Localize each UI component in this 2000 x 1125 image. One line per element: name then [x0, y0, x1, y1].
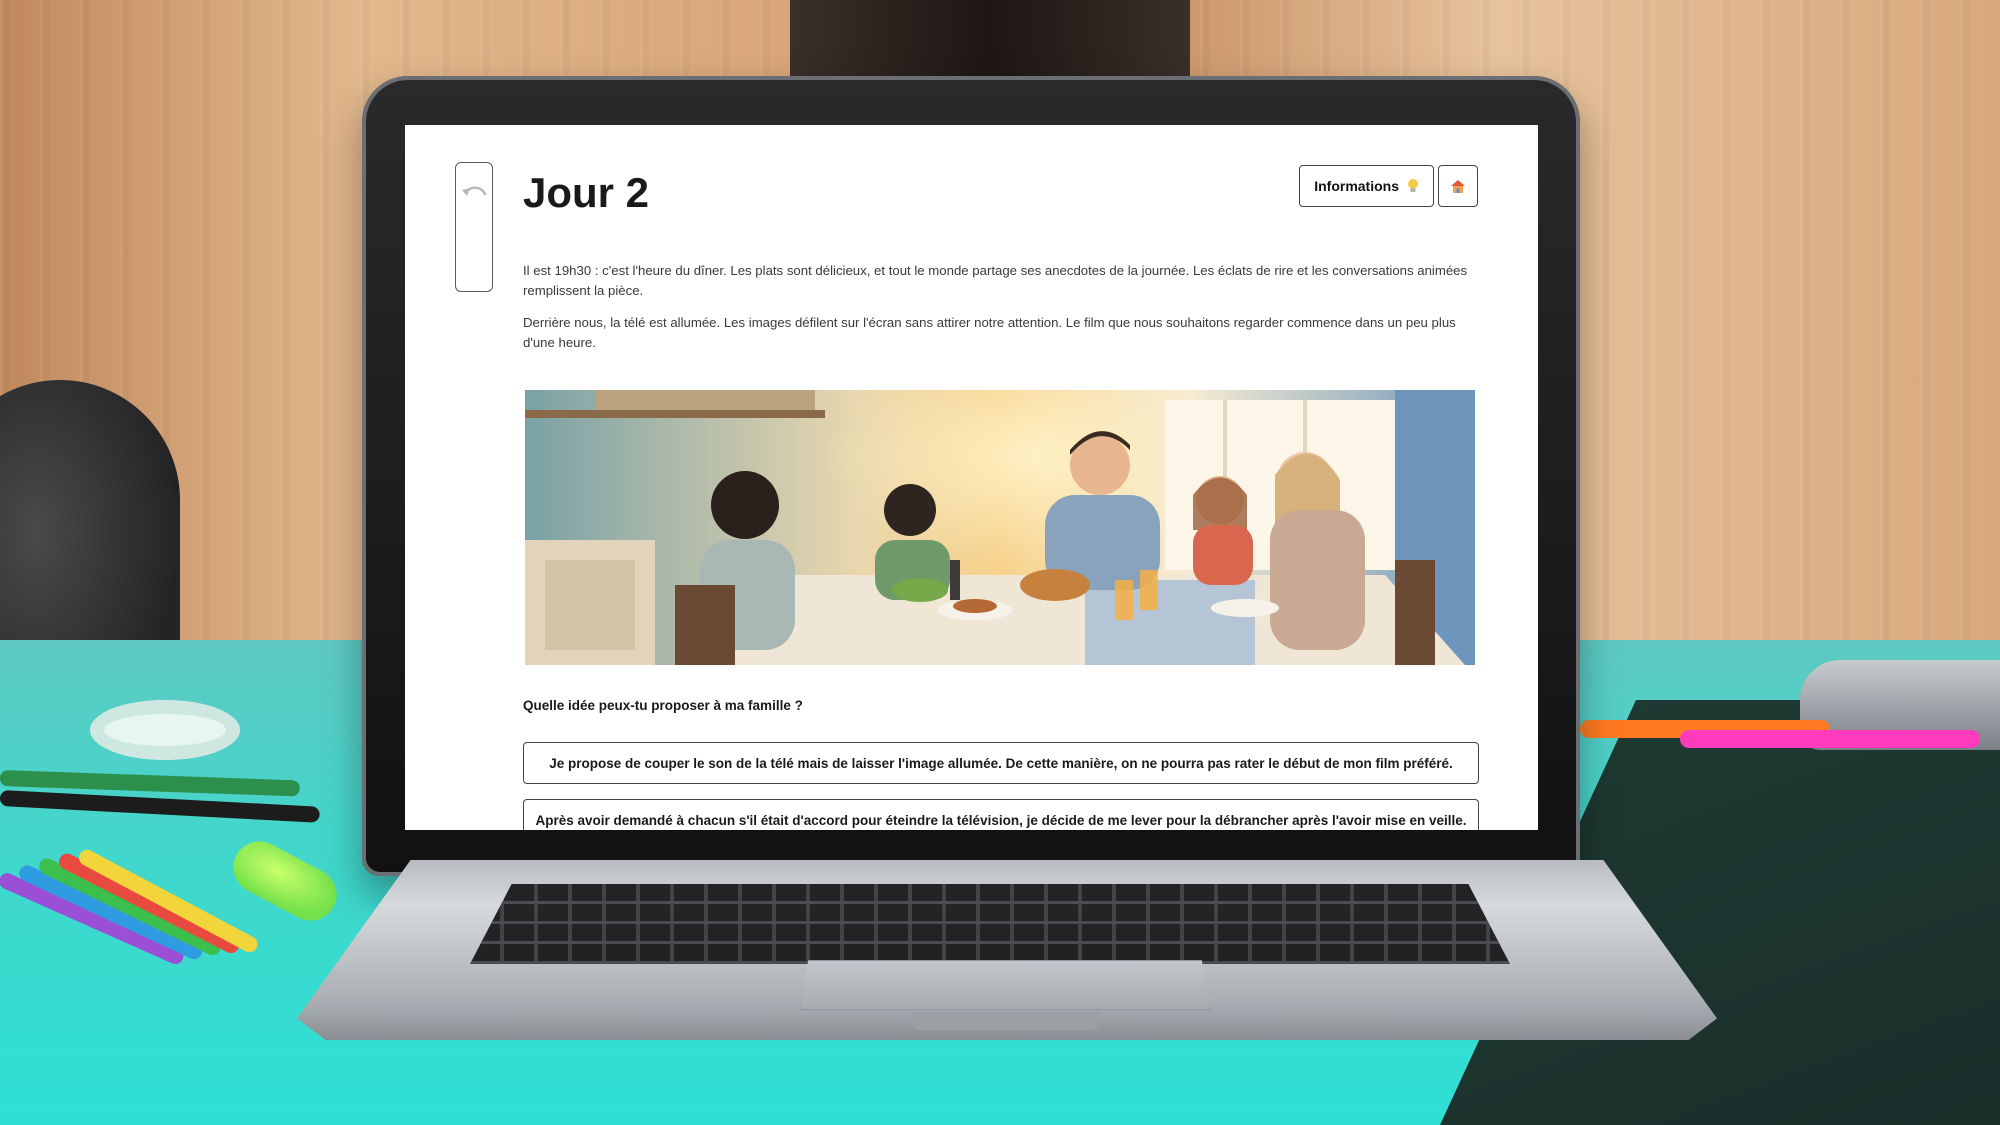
lightbulb-icon	[1408, 179, 1418, 192]
laptop-notch	[910, 1012, 1100, 1030]
intro-paragraph-1: Il est 19h30 : c'est l'heure du dîner. L…	[523, 263, 1468, 298]
answer-option-1-label: Je propose de couper le son de la télé m…	[549, 755, 1453, 771]
laptop-screen: Jour 2 Informations Il est 19h30 : c'est…	[405, 125, 1538, 830]
trackpad	[800, 960, 1210, 1010]
answer-option-1[interactable]: Je propose de couper le son de la télé m…	[523, 742, 1479, 784]
house-icon	[1451, 180, 1465, 193]
intro-text: Il est 19h30 : c'est l'heure du dîner. L…	[523, 261, 1478, 365]
undo-icon	[462, 186, 487, 196]
keyboard-rows	[470, 884, 1510, 964]
informations-label: Informations	[1314, 178, 1399, 194]
answer-option-2-label: Après avoir demandé à chacun s'il était …	[535, 812, 1467, 828]
marker	[1680, 730, 1980, 748]
tape-roll	[90, 700, 240, 760]
question-text: Quelle idée peux-tu proposer à ma famill…	[523, 698, 803, 713]
top-buttons: Informations	[1299, 165, 1478, 207]
page-title: Jour 2	[523, 169, 650, 216]
back-button[interactable]	[455, 162, 493, 292]
home-button[interactable]	[1438, 165, 1478, 207]
informations-button[interactable]: Informations	[1299, 165, 1434, 207]
answer-option-2[interactable]: Après avoir demandé à chacun s'il était …	[523, 799, 1479, 830]
family-dinner-illustration	[525, 390, 1475, 665]
intro-paragraph-2: Derrière nous, la télé est allumée. Les …	[523, 315, 1456, 350]
